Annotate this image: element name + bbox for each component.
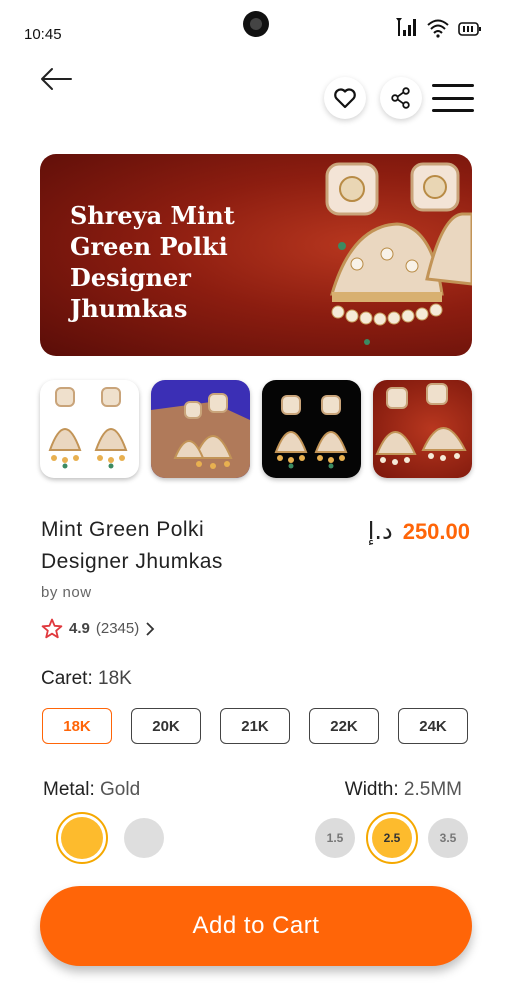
rating-link[interactable]: 4.9 (2345) xyxy=(41,618,155,639)
menu-line xyxy=(432,84,474,87)
thumbnail-black-bg[interactable] xyxy=(262,380,361,478)
caret-label: Caret: 18K xyxy=(41,668,132,690)
signal-icon xyxy=(396,18,416,36)
metal-label-text: Metal: xyxy=(43,779,95,800)
currency-symbol: د.إ xyxy=(367,517,393,545)
rating-value: 4.9 xyxy=(69,620,90,637)
earrings-image xyxy=(325,162,472,345)
wifi-icon xyxy=(427,19,449,38)
battery-icon xyxy=(458,22,481,36)
caret-option-18k[interactable]: 18K xyxy=(42,708,112,744)
metal-label: Metal: Gold xyxy=(43,779,140,801)
status-bar: 10:45 xyxy=(0,0,512,56)
metal-selected-value: Gold xyxy=(100,779,141,800)
menu-line xyxy=(432,109,474,112)
back-arrow-icon xyxy=(41,68,72,90)
status-icons xyxy=(394,16,482,38)
caret-options: 18K 20K 21K 22K 24K xyxy=(42,708,468,744)
width-option-3-5[interactable]: 3.5 xyxy=(428,818,468,858)
width-label-text: Width: xyxy=(344,779,399,800)
width-label: Width: 2.5MM xyxy=(345,779,462,801)
caret-option-24k[interactable]: 24K xyxy=(398,708,468,744)
thumbnail-blue-bg[interactable] xyxy=(151,380,250,478)
caret-label-text: Caret: xyxy=(41,668,93,689)
price-value: 250.00 xyxy=(402,519,470,544)
thumbnail-red-bg[interactable] xyxy=(373,380,472,478)
seller-name: by now xyxy=(41,584,92,601)
add-to-cart-button[interactable]: Add to Cart xyxy=(40,886,472,966)
earring-thumbnail-image xyxy=(151,393,250,478)
thumbnail-strip xyxy=(40,380,472,478)
metal-swatch-gold[interactable] xyxy=(61,817,103,859)
metal-swatch-silver[interactable] xyxy=(124,818,164,858)
hamburger-menu-icon[interactable] xyxy=(432,84,474,112)
product-name: Mint Green Polki Designer Jhumkas xyxy=(41,518,223,573)
earring-thumbnail-image xyxy=(375,383,467,465)
caret-option-21k[interactable]: 21K xyxy=(220,708,290,744)
back-button[interactable] xyxy=(36,62,76,96)
earring-thumbnail-image xyxy=(48,387,128,469)
favorite-button[interactable] xyxy=(324,77,366,119)
hero-title: Shreya Mint Green Polki Designer Jhumkas xyxy=(70,201,235,323)
rating-count: (2345) xyxy=(95,620,140,637)
chevron-right-icon xyxy=(146,621,155,636)
star-icon xyxy=(41,618,63,639)
caret-selected-value: 18K xyxy=(98,668,132,689)
share-button[interactable] xyxy=(380,77,422,119)
menu-line xyxy=(432,96,474,100)
width-selected-value: 2.5MM xyxy=(403,779,462,800)
caret-option-22k[interactable]: 22K xyxy=(309,708,379,744)
share-icon xyxy=(391,87,410,109)
thumbnail-white-bg[interactable] xyxy=(40,380,139,478)
heart-icon xyxy=(334,88,356,109)
price: د.إ 250.00 xyxy=(368,517,470,545)
width-option-1-5[interactable]: 1.5 xyxy=(315,818,355,858)
earring-thumbnail-image xyxy=(274,395,348,469)
hero-banner: Shreya Mint Green Polki Designer Jhumkas xyxy=(40,154,472,356)
front-camera xyxy=(243,11,269,37)
status-time: 10:45 xyxy=(24,26,62,43)
caret-option-20k[interactable]: 20K xyxy=(131,708,201,744)
width-option-2-5[interactable]: 2.5 xyxy=(372,818,412,858)
